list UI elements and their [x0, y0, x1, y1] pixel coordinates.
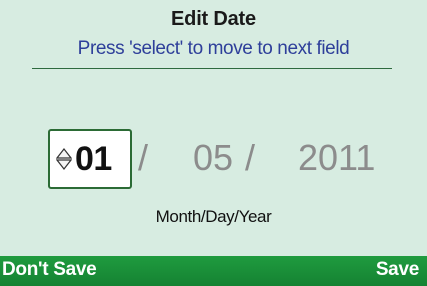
save-softkey[interactable]: Save	[376, 259, 419, 281]
dont-save-softkey[interactable]: Don't Save	[2, 259, 97, 281]
edit-date-screen: Edit Date Press 'select' to move to next…	[0, 0, 427, 286]
header-divider	[32, 68, 392, 69]
date-separator: /	[245, 137, 256, 178]
day-field[interactable]: 05	[193, 138, 233, 178]
up-down-arrows-icon	[56, 148, 72, 170]
date-separator: /	[138, 137, 149, 178]
softkey-bar: Don't Save Save	[0, 256, 427, 286]
year-field[interactable]: 2011	[298, 138, 375, 178]
screen-title: Edit Date	[171, 8, 256, 30]
month-field[interactable]: 01	[48, 129, 132, 189]
date-format-label: Month/Day/Year	[155, 207, 272, 226]
month-value: 01	[75, 139, 112, 178]
instruction-text: Press 'select' to move to next field	[77, 38, 350, 59]
